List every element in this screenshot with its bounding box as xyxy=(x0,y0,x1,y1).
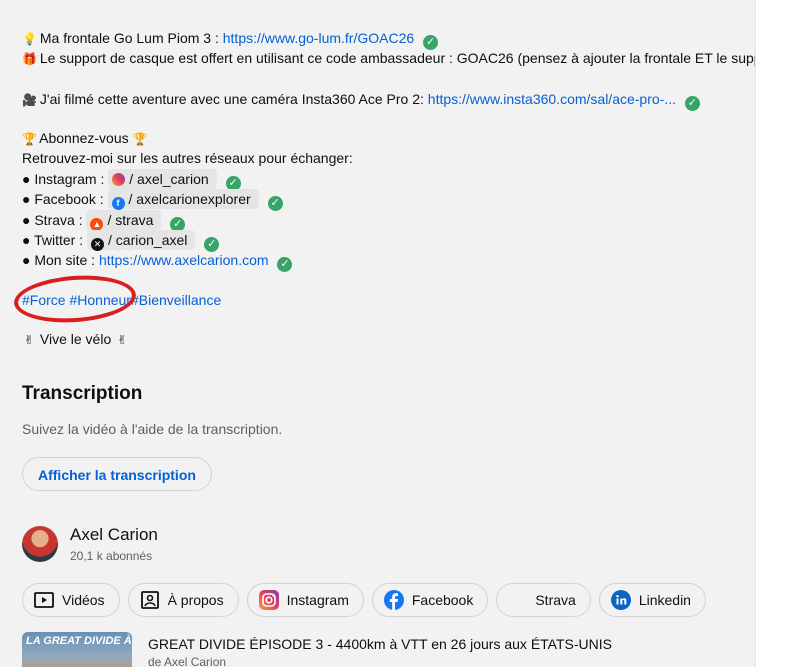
insta360-link[interactable]: https://www.insta360.com/sal/ace-pro-... xyxy=(428,91,676,107)
videos-button[interactable]: Vidéos xyxy=(22,583,120,617)
victory-hand-icon: ✌ xyxy=(23,333,35,347)
subscribe-line: 🏆 Abonnez-vous 🏆 xyxy=(22,128,147,149)
camera-text: J'ai filmé cette aventure avec une camér… xyxy=(39,91,428,107)
person-box-icon xyxy=(140,590,160,610)
social-strava-line: ● Strava : ▲ / strava ✓ xyxy=(22,210,186,232)
support-text: Le support de casque est offert en utili… xyxy=(39,50,755,66)
linkedin-button[interactable]: Linkedin xyxy=(598,583,706,617)
red-highlight-circle xyxy=(12,271,138,327)
instagram-handle-link[interactable]: / axel_carion xyxy=(108,169,217,189)
twitter-handle: / carion_axel xyxy=(108,232,188,248)
lightbulb-icon: 💡 xyxy=(22,32,37,46)
videos-label: Vidéos xyxy=(62,592,105,608)
facebook-button[interactable]: Facebook xyxy=(371,583,489,617)
lamp-text: Ma frontale Go Lum Piom 3 : xyxy=(39,30,223,46)
strava-handle-link[interactable]: ▲ / strava xyxy=(86,210,162,231)
transcription-subtitle: Suivez la vidéo à l'aide de la transcrip… xyxy=(22,421,283,437)
show-transcript-button[interactable]: Afficher la transcription xyxy=(22,457,212,491)
social-instagram-line: ● Instagram : / axel_carion ✓ xyxy=(22,169,241,191)
verified-check-icon: ✓ xyxy=(277,257,293,272)
networks-intro: Retrouvez-moi sur les autres réseaux pou… xyxy=(22,150,353,166)
site-link[interactable]: https://www.axelcarion.com xyxy=(99,252,269,268)
social-label: ● Instagram : xyxy=(22,171,109,187)
instagram-icon xyxy=(112,173,126,186)
linkedin-label: Linkedin xyxy=(638,592,691,608)
channel-name[interactable]: Axel Carion xyxy=(70,525,158,545)
video-author: de Axel Carion xyxy=(148,655,227,667)
strava-label: Strava xyxy=(535,592,576,608)
support-line: 🎁 Le support de casque est offert en uti… xyxy=(22,48,755,69)
description-panel: 💡 Ma frontale Go Lum Piom 3 : https://ww… xyxy=(0,0,755,667)
facebook-handle: / axelcarionexplorer xyxy=(128,191,251,207)
site-line: ● Mon site : https://www.axelcarion.com … xyxy=(22,250,293,272)
trophy-icon: 🏆 xyxy=(22,132,37,146)
right-margin xyxy=(755,0,800,667)
subscribe-text: Abonnez-vous xyxy=(39,130,129,146)
avatar[interactable] xyxy=(22,526,58,562)
vive-line: ✌ Vive le vélo ✌ xyxy=(22,329,129,350)
video-play-icon xyxy=(34,590,54,610)
strava-handle: / strava xyxy=(107,212,154,228)
social-facebook-line: ● Facebook : f / axelcarionexplorer ✓ xyxy=(22,189,283,211)
video-title[interactable]: GREAT DIVIDE ÉPISODE 3 - 4400km à VTT en… xyxy=(148,636,612,652)
vive-text: Vive le vélo xyxy=(39,331,112,347)
trophy-icon: 🏆 xyxy=(132,132,148,146)
social-label: ● Twitter : xyxy=(22,232,87,248)
linkedin-icon xyxy=(610,590,631,610)
thumbnail-text: LA GREAT DIVIDE À VTT xyxy=(26,635,132,647)
twitter-handle-link[interactable]: ✕ / carion_axel xyxy=(87,230,196,251)
victory-hand-icon: ✌ xyxy=(117,333,128,347)
go-lum-link[interactable]: https://www.go-lum.fr/GOAC26 xyxy=(223,30,414,46)
video-thumbnail[interactable]: LA GREAT DIVIDE À VTT xyxy=(22,632,132,667)
facebook-label: Facebook xyxy=(411,592,474,608)
lamp-line: 💡 Ma frontale Go Lum Piom 3 : https://ww… xyxy=(22,28,439,50)
strava-button[interactable]: Strava xyxy=(496,583,591,617)
about-button[interactable]: À propos xyxy=(127,583,239,617)
facebook-handle-link[interactable]: f / axelcarionexplorer xyxy=(107,189,259,210)
instagram-handle: / axel_carion xyxy=(129,171,209,187)
subscriber-count: 20,1 k abonnés xyxy=(70,549,153,563)
social-twitter-line: ● Twitter : ✕ / carion_axel ✓ xyxy=(22,230,220,252)
camera-line: 🎥 J'ai filmé cette aventure avec une cam… xyxy=(22,89,700,111)
verified-check-icon: ✓ xyxy=(684,96,700,111)
instagram-label: Instagram xyxy=(286,592,349,608)
social-label: ● Strava : xyxy=(22,212,87,228)
hashtag-bienveillance[interactable]: #Bienveillance xyxy=(131,292,221,308)
instagram-button[interactable]: Instagram xyxy=(246,583,364,617)
site-label: ● Mon site : xyxy=(22,252,99,268)
transcription-heading: Transcription xyxy=(22,383,143,404)
gift-icon: 🎁 xyxy=(22,52,37,66)
channel-buttons: Vidéos À propos Instagram Facebook Strav… xyxy=(22,583,706,617)
facebook-icon: f xyxy=(111,197,125,210)
instagram-icon xyxy=(258,590,279,610)
facebook-icon xyxy=(383,590,404,610)
social-label: ● Facebook : xyxy=(22,191,108,207)
camera-icon: 🎥 xyxy=(22,93,37,107)
verified-check-icon: ✓ xyxy=(267,196,283,211)
about-label: À propos xyxy=(167,592,224,608)
